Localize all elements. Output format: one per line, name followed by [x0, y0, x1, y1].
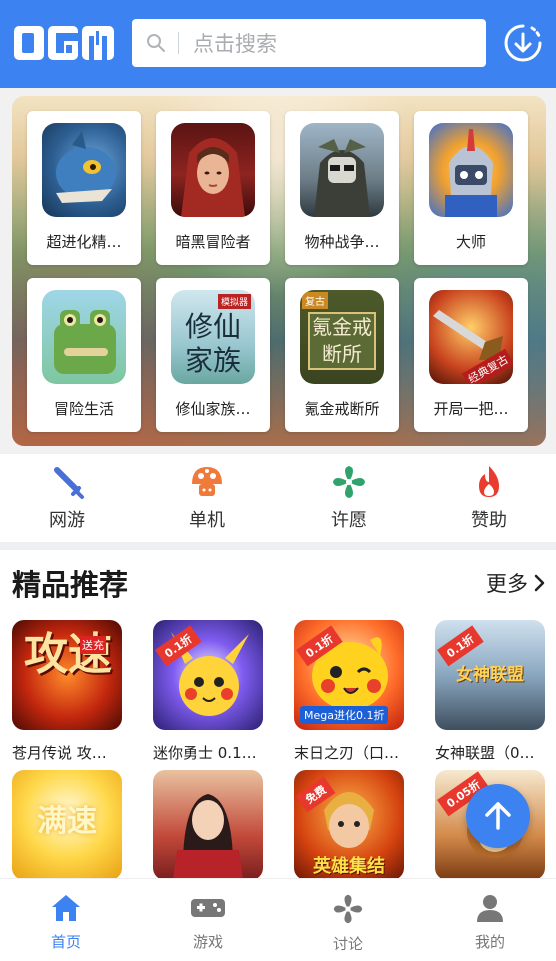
- pixel-frog-art: [42, 290, 126, 384]
- sword-art: 经典复古: [429, 290, 513, 384]
- category-label: 单机: [189, 510, 225, 531]
- mushroom-icon: [192, 467, 222, 496]
- recommended-game-name: 迷你勇士 0.1…: [153, 744, 257, 762]
- download-icon[interactable]: [502, 22, 544, 64]
- gamepad-icon: [191, 899, 225, 917]
- featured-game-card[interactable]: 物种战争…: [285, 111, 399, 265]
- arrow-up-icon: [485, 802, 511, 830]
- blue-dragon-art: [42, 123, 126, 217]
- nav-profile[interactable]: 我的: [440, 893, 540, 952]
- art-title: 氪金戒断所: [308, 312, 376, 370]
- category-single-player[interactable]: 单机: [152, 464, 262, 540]
- category-label: 赞助: [471, 510, 507, 531]
- recommended-game-icon[interactable]: 女神联盟 0.1折: [435, 620, 545, 730]
- recommended-game-icon[interactable]: 0.1折 Mega进化0.1折: [294, 620, 404, 730]
- section-title: 精品推荐: [12, 568, 129, 602]
- art-tag: 模拟器: [217, 294, 251, 309]
- flame-icon: [479, 466, 499, 497]
- featured-game-name: 冒险生活: [53, 400, 114, 418]
- home-icon: [52, 895, 80, 921]
- more-link[interactable]: 更多: [486, 568, 546, 598]
- featured-game-card[interactable]: 冒险生活: [27, 278, 141, 432]
- kejin-sign-art: 复古 氪金戒断所: [300, 290, 384, 384]
- category-label: 网游: [49, 510, 85, 531]
- featured-game-card[interactable]: 模拟器 修仙家族 修仙家族…: [156, 278, 270, 432]
- scroll-to-top-button[interactable]: [466, 784, 530, 848]
- knight-helmet-art: [429, 123, 513, 217]
- featured-game-card[interactable]: 复古 氪金戒断所 氪金戒断所: [285, 278, 399, 432]
- pinwheel-icon: [333, 466, 365, 498]
- art-tag: Mega进化0.1折: [300, 706, 389, 724]
- category-wish[interactable]: 许愿: [294, 464, 404, 540]
- featured-game-name: 大师: [455, 233, 486, 251]
- nav-discussion[interactable]: 讨论: [298, 893, 398, 954]
- red-hood-woman-art: [171, 123, 255, 217]
- search-bar[interactable]: 点击搜索: [132, 19, 486, 67]
- section-divider: [0, 542, 556, 550]
- armored-soldier-art: [300, 123, 384, 217]
- art-title: 修仙家族: [184, 310, 241, 377]
- search-placeholder: 点击搜索: [193, 32, 277, 56]
- featured-game-name: 氪金戒断所: [304, 400, 380, 418]
- search-icon: [147, 34, 165, 52]
- art-tag: 送充: [80, 636, 106, 654]
- featured-banner[interactable]: 超进化精… 暗黑冒险者 物种战争… 大师 冒险生活 模拟器 修仙家族 修仙家族……: [12, 96, 546, 446]
- nav-games[interactable]: 游戏: [158, 893, 258, 952]
- pinwheel-icon: [333, 894, 363, 924]
- more-label: 更多: [486, 572, 528, 596]
- chevron-right-icon: [534, 574, 545, 592]
- nav-label: 我的: [474, 933, 505, 951]
- art-tag: 复古: [302, 292, 328, 309]
- featured-game-name: 修仙家族…: [175, 400, 251, 418]
- featured-game-name: 超进化精…: [46, 233, 122, 251]
- recommended-game-name: 女神联盟（0…: [435, 744, 535, 762]
- category-nav: 网游 单机 许愿 赞助: [0, 454, 556, 542]
- art-title: 女神联盟: [456, 665, 524, 685]
- featured-game-card[interactable]: 超进化精…: [27, 111, 141, 265]
- recommended-game-icon[interactable]: 攻速 送充: [12, 620, 122, 730]
- recommended-game-name: 苍月传说 攻…: [12, 744, 107, 762]
- user-icon: [477, 895, 503, 922]
- nav-label: 游戏: [192, 933, 223, 951]
- nav-home[interactable]: 首页: [16, 893, 116, 952]
- featured-game-name: 物种战争…: [304, 233, 380, 251]
- featured-game-name: 开局一把…: [433, 400, 509, 418]
- art-title: 英雄集结: [313, 856, 385, 877]
- sword-icon: [54, 467, 84, 499]
- featured-game-card[interactable]: 经典复古 开局一把…: [414, 278, 528, 432]
- category-label: 许愿: [331, 510, 367, 531]
- recommended-game-icon[interactable]: 0.1折: [153, 620, 263, 730]
- nav-label: 讨论: [332, 935, 363, 953]
- featured-game-card[interactable]: 大师: [414, 111, 528, 265]
- recommended-game-name: 末日之刃（口…: [294, 744, 400, 762]
- dgm-logo[interactable]: [14, 26, 114, 60]
- search-divider: [178, 32, 179, 54]
- bottom-navigation: 首页 游戏 讨论 我的: [0, 878, 556, 961]
- recommended-game-icon[interactable]: 满速: [12, 770, 122, 880]
- xiuxian-calligraphy-art: 模拟器 修仙家族: [171, 290, 255, 384]
- banner-section: 超进化精… 暗黑冒险者 物种战争… 大师 冒险生活 模拟器 修仙家族 修仙家族……: [0, 88, 556, 454]
- art-title: 满速: [37, 804, 97, 839]
- top-header: 点击搜索: [0, 0, 556, 88]
- featured-game-card[interactable]: 暗黑冒险者: [156, 111, 270, 265]
- recommended-game-icon[interactable]: [153, 770, 263, 880]
- recommended-game-icon[interactable]: 免费 英雄集结: [294, 770, 404, 880]
- featured-game-name: 暗黑冒险者: [175, 233, 251, 251]
- category-online-games[interactable]: 网游: [12, 464, 122, 540]
- nav-label: 首页: [50, 933, 81, 951]
- category-sponsor[interactable]: 赞助: [434, 464, 544, 540]
